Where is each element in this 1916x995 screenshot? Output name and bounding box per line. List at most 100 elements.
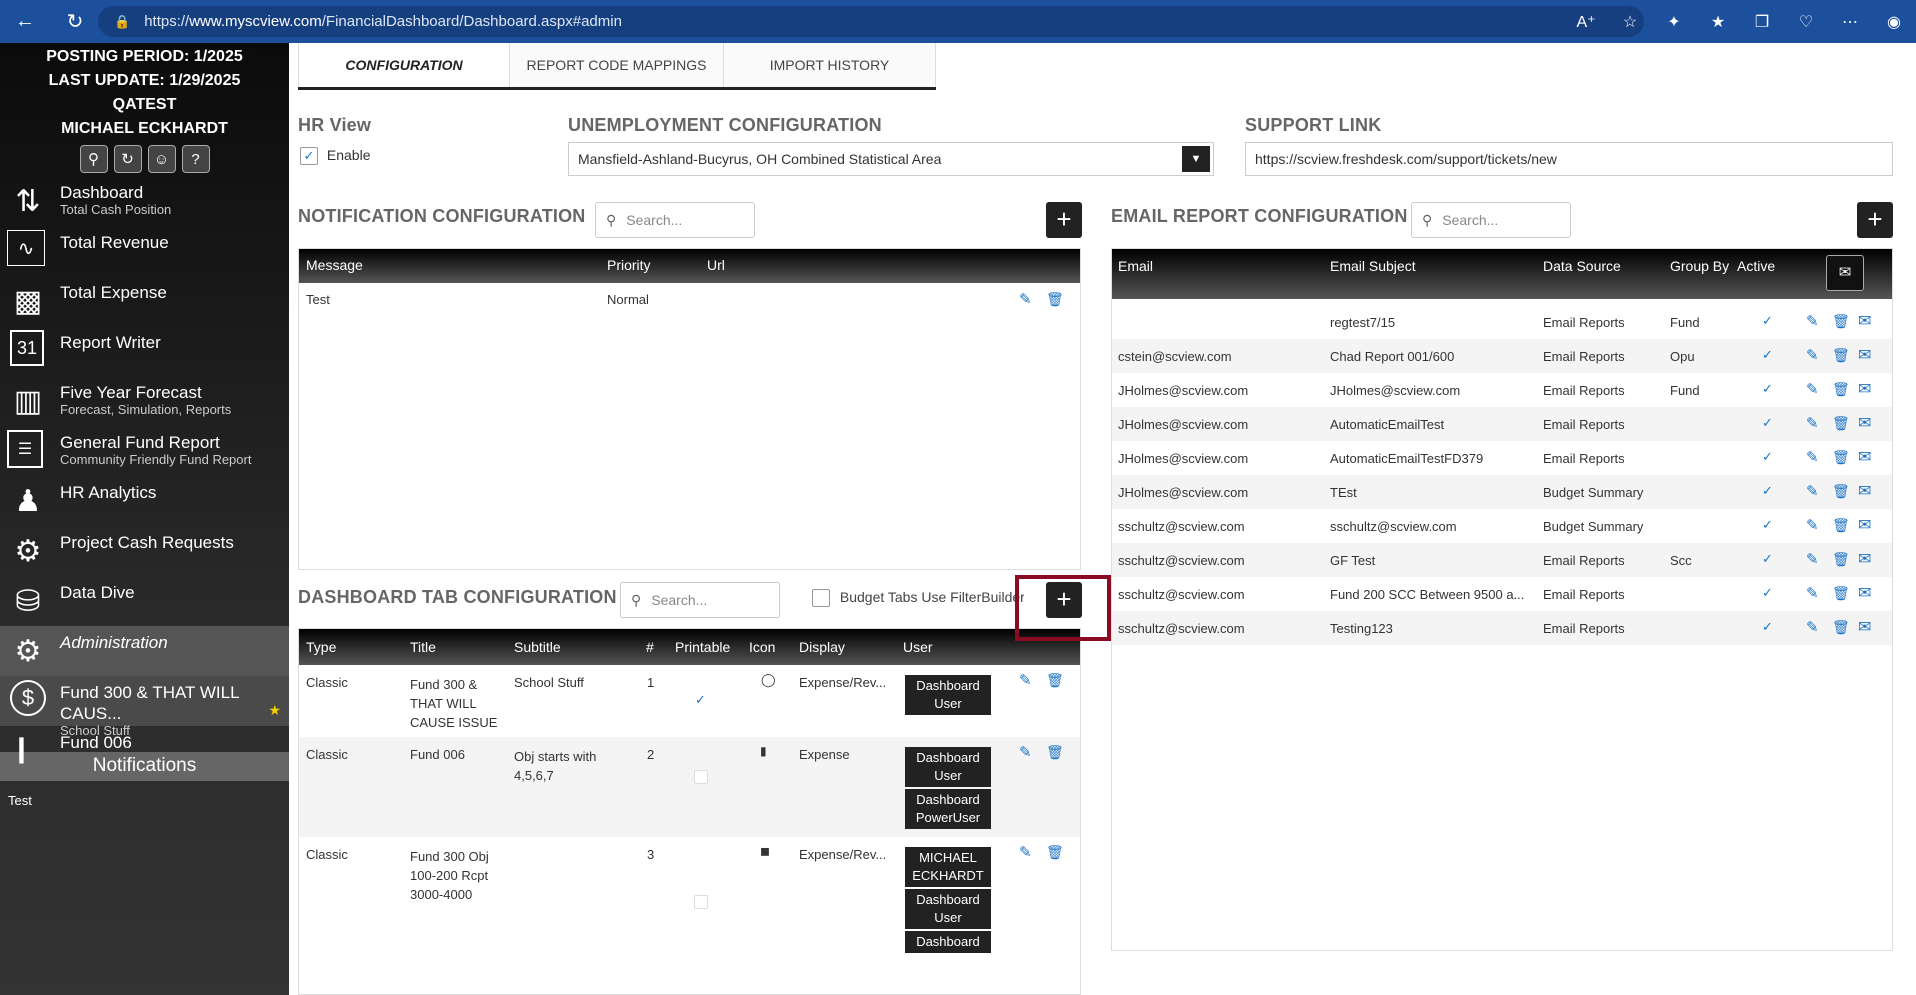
col-url[interactable]: Url: [707, 257, 725, 273]
edit-icon[interactable]: ✎: [1019, 843, 1032, 861]
unemployment-select[interactable]: Mansfield-Ashland-Bucyrus, OH Combined S…: [568, 142, 1214, 176]
send-email-icon[interactable]: ✉: [1858, 515, 1871, 535]
lock-icon[interactable]: 🔒: [114, 14, 130, 30]
favorite-star-icon[interactable]: ☆: [1608, 12, 1652, 32]
edit-icon[interactable]: ✎: [1806, 346, 1819, 364]
table-row[interactable]: sschultz@scview.com sschultz@scview.com Bu…: [1112, 509, 1892, 543]
search-user-icon[interactable]: ⚲: [79, 145, 108, 173]
table-row[interactable]: cstein@scview.com Chad Report 001/600 Emai…: [1112, 339, 1892, 373]
delete-icon[interactable]: 🗑: [1832, 415, 1850, 432]
delete-icon[interactable]: 🗑: [1832, 347, 1850, 364]
printable-check-icon[interactable]: ✓: [695, 692, 706, 708]
delete-icon[interactable]: 🗑: [1046, 672, 1064, 689]
dropdown-arrow-icon[interactable]: ▼: [1182, 146, 1210, 172]
edit-icon[interactable]: ✎: [1019, 743, 1032, 761]
tab-report-code-mappings[interactable]: REPORT CODE MAPPINGS: [510, 43, 724, 87]
email-search-input[interactable]: ⚲ Search...: [1411, 202, 1571, 238]
send-email-icon[interactable]: ✉: [1858, 617, 1871, 637]
notification-search-input[interactable]: ⚲ Search...: [595, 202, 755, 238]
edit-icon[interactable]: ✎: [1806, 414, 1819, 432]
table-row[interactable]: regtest7/15 Email Reports Fund ✓ ✎ 🗑 ✉: [1112, 305, 1892, 339]
collections-icon[interactable]: ❐: [1740, 12, 1784, 32]
table-row[interactable]: sschultz@scview.com Fund 200 SCC Between …: [1112, 577, 1892, 611]
sidebar-item-fund-300[interactable]: $ Fund 300 & THAT WILL CAUS... School Stu…: [0, 676, 289, 738]
sidebar-item-report-writer[interactable]: 31 Report Writer: [0, 326, 289, 376]
delete-icon[interactable]: 🗑: [1832, 381, 1850, 398]
delete-icon[interactable]: 🗑: [1832, 483, 1850, 500]
email-send-all-icon[interactable]: ✉: [1826, 255, 1864, 291]
sidebar-item-administration[interactable]: ⚙ Administration: [0, 626, 289, 676]
sidebar-item-total-revenue[interactable]: ∿ Total Revenue: [0, 226, 289, 276]
sidebar-item-total-expense[interactable]: ▩ Total Expense: [0, 276, 289, 326]
send-email-icon[interactable]: ✉: [1858, 447, 1871, 467]
address-bar[interactable]: 🔒 https://www.myscview.com/FinancialDash…: [98, 6, 1644, 37]
sidebar-item-hr-analytics[interactable]: ♟ HR Analytics: [0, 476, 289, 526]
filterbuilder-checkbox[interactable]: [812, 589, 830, 608]
col-type[interactable]: Type: [306, 639, 336, 655]
col-group-by[interactable]: Group By: [1670, 258, 1729, 274]
table-row[interactable]: sschultz@scview.com GF Test Email Reports S…: [1112, 543, 1892, 577]
edit-icon[interactable]: ✎: [1019, 671, 1032, 689]
send-email-icon[interactable]: ✉: [1858, 345, 1871, 365]
support-link-input[interactable]: https://scview.freshdesk.com/support/tic…: [1245, 142, 1893, 176]
tab-import-history[interactable]: IMPORT HISTORY: [724, 43, 936, 87]
sidebar-item-general-fund-report[interactable]: ☰ General Fund Report Community Friendly …: [0, 426, 289, 476]
col-data-source[interactable]: Data Source: [1543, 258, 1621, 274]
table-row[interactable]: JHolmes@scview.com TEst Budget Summary ✓ ✎ 🗑 ✉: [1112, 475, 1892, 509]
favorites-icon[interactable]: ★: [1696, 12, 1740, 32]
delete-icon[interactable]: 🗑: [1046, 744, 1064, 761]
edit-icon[interactable]: ✎: [1806, 550, 1819, 568]
delete-icon[interactable]: 🗑: [1832, 585, 1850, 602]
read-aloud-icon[interactable]: A​⁺: [1564, 12, 1608, 32]
table-row[interactable]: Classic Fund 006 Obj starts with 4,5,6,7…: [299, 737, 1080, 837]
refresh-icon[interactable]: ↻: [58, 9, 92, 34]
edit-icon[interactable]: ✎: [1806, 312, 1819, 330]
smiley-icon[interactable]: ☺: [147, 145, 176, 173]
delete-icon[interactable]: 🗑: [1046, 844, 1064, 861]
delete-icon[interactable]: 🗑: [1832, 517, 1850, 534]
copilot-icon[interactable]: ◉: [1872, 12, 1916, 32]
send-email-icon[interactable]: ✉: [1858, 413, 1871, 433]
col-number[interactable]: #: [646, 639, 654, 655]
add-email-report-button[interactable]: +: [1857, 202, 1893, 238]
table-row[interactable]: JHolmes@scview.com AutomaticEmailTest Emai…: [1112, 407, 1892, 441]
delete-icon[interactable]: 🗑: [1832, 619, 1850, 636]
delete-icon[interactable]: 🗑: [1046, 291, 1064, 308]
refresh-data-icon[interactable]: ↻: [113, 145, 142, 173]
dashboard-tab-search-input[interactable]: ⚲ Search...: [620, 582, 780, 618]
back-icon[interactable]: ←: [8, 10, 42, 33]
delete-icon[interactable]: 🗑: [1832, 313, 1850, 330]
col-display[interactable]: Display: [799, 639, 845, 655]
col-priority[interactable]: Priority: [607, 257, 651, 273]
col-message[interactable]: Message: [306, 257, 363, 273]
printable-checkbox[interactable]: [694, 770, 708, 784]
col-email-subject[interactable]: Email Subject: [1330, 258, 1416, 274]
help-icon[interactable]: ?: [181, 145, 210, 173]
edit-icon[interactable]: ✎: [1806, 618, 1819, 636]
edit-icon[interactable]: ✎: [1806, 482, 1819, 500]
edit-icon[interactable]: ✎: [1806, 516, 1819, 534]
sidebar-item-dashboard[interactable]: ⇅ Dashboard Total Cash Position: [0, 176, 289, 226]
favorite-star-icon[interactable]: ★: [268, 702, 281, 719]
col-active[interactable]: Active: [1737, 258, 1775, 274]
delete-icon[interactable]: 🗑: [1832, 449, 1850, 466]
table-row[interactable]: Test Normal ✎ 🗑: [299, 290, 1080, 322]
printable-checkbox[interactable]: [694, 895, 708, 909]
col-subtitle[interactable]: Subtitle: [514, 639, 561, 655]
send-email-icon[interactable]: ✉: [1858, 311, 1871, 331]
send-email-icon[interactable]: ✉: [1858, 583, 1871, 603]
more-icon[interactable]: ⋯: [1828, 12, 1872, 32]
table-row[interactable]: Classic Fund 300 Obj 100-200 Rcpt 3000-4…: [299, 837, 1080, 977]
sidebar-item-five-year-forecast[interactable]: ▥ Five Year Forecast Forecast, Simulation…: [0, 376, 289, 426]
sidebar-item-project-cash-requests[interactable]: ⚙ Project Cash Requests: [0, 526, 289, 576]
delete-icon[interactable]: 🗑: [1832, 551, 1850, 568]
col-icon[interactable]: Icon: [749, 639, 775, 655]
edit-icon[interactable]: ✎: [1019, 290, 1032, 308]
col-title[interactable]: Title: [410, 639, 436, 655]
extensions-icon[interactable]: ✦: [1652, 12, 1696, 32]
edit-icon[interactable]: ✎: [1806, 448, 1819, 466]
send-email-icon[interactable]: ✉: [1858, 379, 1871, 399]
hr-enable-checkbox[interactable]: ✓: [300, 147, 318, 166]
table-row[interactable]: sschultz@scview.com Testing123 Email Repor…: [1112, 611, 1892, 645]
send-email-icon[interactable]: ✉: [1858, 549, 1871, 569]
